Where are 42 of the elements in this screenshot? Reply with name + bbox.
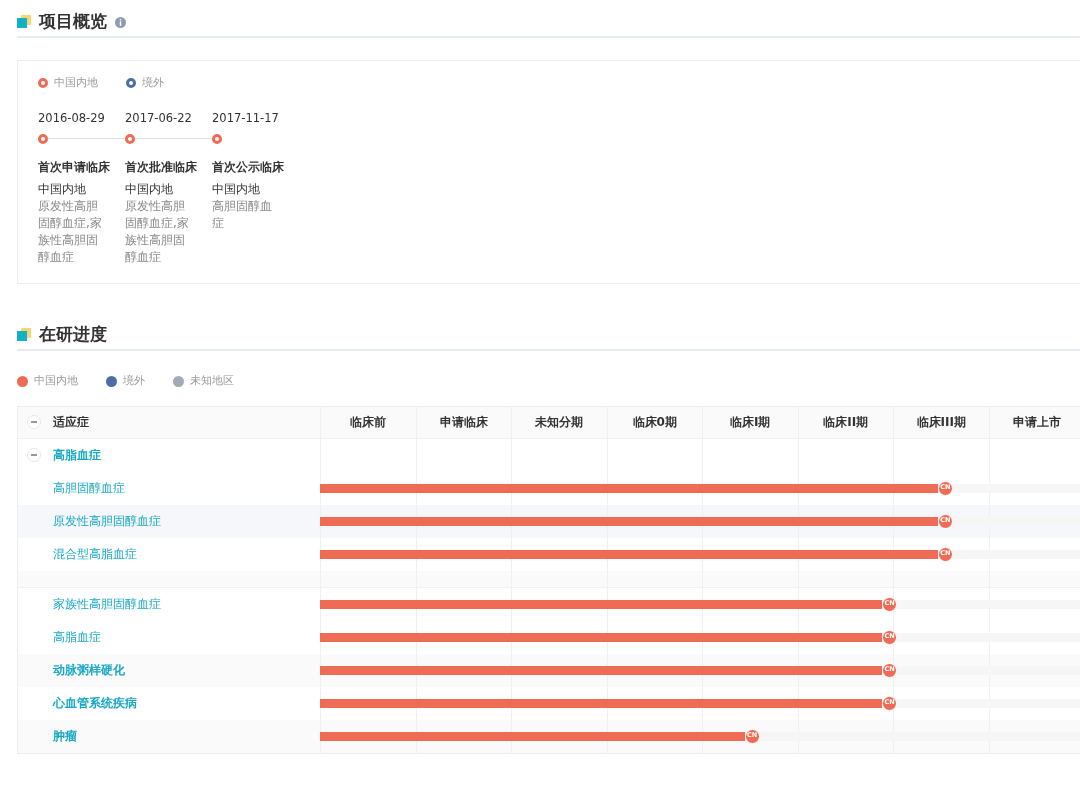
column-header: 临床I期 [730,414,771,431]
legend-label: 境外 [123,373,145,389]
column-header: 适应症 [53,414,89,431]
indication-link[interactable]: 家族性高胆固醇血症 [53,595,161,613]
column-header: 临床III期 [916,414,966,431]
column-header: 申请上市 [1012,414,1061,431]
indication-link[interactable]: 高脂血症 [53,446,101,464]
milestone-date: 2017-06-22 [125,109,193,127]
indication-link[interactable]: 原发性高胆固醇血症 [53,512,161,530]
milestone-event: 首次公示临床 [212,158,285,176]
indication-link[interactable]: 动脉粥样硬化 [53,661,125,679]
column-header: 临床前 [350,414,387,431]
collapse-icon[interactable] [27,415,41,429]
legend-label: 境外 [142,75,164,91]
indication-link[interactable]: 混合型高脂血症 [53,545,137,563]
indication-link[interactable]: 肿瘤 [53,727,77,745]
milestone-indication: 高胆固醇血症 [212,197,273,232]
column-header: 临床II期 [823,414,869,431]
section-icon [17,15,31,29]
column-header: 未知分期 [535,414,584,431]
indication-link[interactable]: 高脂血症 [53,628,101,646]
info-icon[interactable] [115,16,126,28]
section-title: 在研进度 [39,323,107,347]
column-header: 申请临床 [439,414,488,431]
milestone-region: 中国内地 [212,180,261,198]
section-title: 项目概览 [39,10,107,34]
section-icon [17,328,31,342]
indication-link[interactable]: 高胆固醇血症 [53,479,125,497]
milestone-event: 首次申请临床 [38,158,111,176]
legend-label: 中国内地 [34,373,78,389]
column-header: 临床0期 [632,414,677,431]
indication-link[interactable]: 心血管系统疾病 [53,694,137,712]
legend-label: 未知地区 [190,373,234,389]
milestone-date: 2016-08-29 [38,109,106,127]
collapse-icon[interactable] [27,448,41,462]
milestone-indication: 原发性高胆固醇血症,家族性高胆固醇血症 [38,197,102,266]
milestone-indication: 原发性高胆固醇血症,家族性高胆固醇血症 [125,197,189,266]
milestone-date: 2017-11-17 [212,109,280,127]
milestone-event: 首次批准临床 [125,158,198,176]
legend-label: 中国内地 [54,75,98,91]
milestone-region: 中国内地 [38,180,87,198]
milestone-region: 中国内地 [125,180,174,198]
